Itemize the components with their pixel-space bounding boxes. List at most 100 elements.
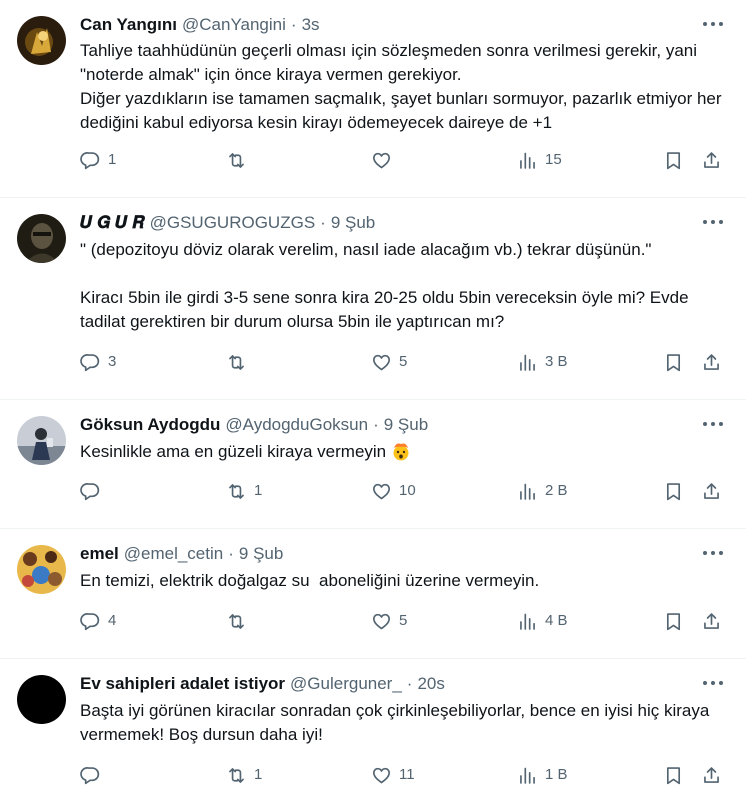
bookmark-button[interactable] [663,147,684,173]
action-bar: 3 5 3 B [80,349,730,399]
separator: · [320,213,326,232]
tweet[interactable]: Can Yangını @CanYangini · 3s Tahliye taa… [0,0,746,198]
like-count: 5 [399,353,408,370]
user-handle[interactable]: @GSUGUROGUZGS [150,212,316,234]
separator: · [373,415,379,434]
views-button[interactable]: 1 B [517,762,568,788]
action-bar: 1 15 [80,147,730,197]
reply-button[interactable] [80,478,108,504]
share-button[interactable] [701,478,722,504]
tweet[interactable]: Göksun Aydogdu @AydogduGoksun · 9 Şub Ke… [0,400,746,529]
share-button[interactable] [701,349,722,375]
reply-icon [80,353,100,371]
heart-icon [373,354,390,370]
timestamp[interactable]: 9 Şub [331,212,375,234]
more-options-icon[interactable] [702,548,724,558]
avatar[interactable] [17,416,66,465]
separator: · [290,15,297,34]
share-button[interactable] [701,762,722,788]
timestamp[interactable]: 20s [417,673,444,695]
display-name[interactable]: Göksun Aydogdu [80,414,220,436]
tweet-text-container: Kesinlikle ama en güzeli kiraya vermeyin [80,440,730,464]
user-handle[interactable]: @AydogduGoksun [225,414,368,436]
views-chart-icon [520,354,535,371]
tweet-text: " (depozitoyu döviz olarak verelim, nası… [80,240,689,331]
like-button[interactable]: 10 [371,478,416,504]
view-count: 4 B [545,612,568,629]
tweet-header: Ev sahipleri adalet istiyor @Gulerguner_… [80,673,730,695]
view-count: 15 [545,151,562,168]
views-button[interactable]: 3 B [517,349,568,375]
reply-button[interactable]: 1 [80,147,116,173]
bookmark-button[interactable] [663,608,684,634]
heart-icon [373,613,390,629]
like-count: 11 [399,766,415,783]
retweet-icon [229,483,244,499]
like-count: 5 [399,612,408,629]
tweet-header: 𝑼 𝑮 𝑼 𝑹 @GSUGUROGUZGS · 9 Şub [80,212,730,234]
reply-button[interactable] [80,762,108,788]
avatar[interactable] [17,675,66,724]
more-options-icon[interactable] [702,217,724,227]
retweet-button[interactable]: 1 [226,478,262,504]
retweet-button[interactable] [226,147,254,173]
tweet-header: Can Yangını @CanYangini · 3s [80,14,730,36]
avatar[interactable] [17,214,66,263]
tweet-text: En temizi, elektrik doğalgaz su aboneliğ… [80,571,540,590]
tweet[interactable]: emel @emel_cetin · 9 Şub En temizi, elek… [0,529,746,659]
reply-feed: Can Yangını @CanYangini · 3s Tahliye taa… [0,0,746,798]
tweet-text: Tahliye taahhüdünün geçerli olması için … [80,41,722,132]
retweet-button[interactable]: 1 [226,762,262,788]
reply-button[interactable]: 3 [80,349,116,375]
tweet[interactable]: 𝑼 𝑮 𝑼 𝑹 @GSUGUROGUZGS · 9 Şub " (depozit… [0,198,746,400]
display-name[interactable]: Can Yangını [80,14,177,36]
user-handle[interactable]: @CanYangini [182,14,286,36]
more-options-icon[interactable] [702,19,724,29]
bookmark-button[interactable] [663,349,684,375]
display-name[interactable]: emel [80,543,119,565]
reply-count: 4 [108,612,117,629]
like-button[interactable] [371,147,399,173]
more-options-icon[interactable] [702,678,724,688]
timestamp[interactable]: 3s [302,14,320,36]
bookmark-icon [666,353,681,371]
share-icon [704,353,719,370]
separator: · [228,544,234,563]
action-bar: 1 10 2 B [80,478,730,528]
display-name[interactable]: 𝑼 𝑮 𝑼 𝑹 [80,212,145,234]
share-icon [704,766,719,783]
views-chart-icon [520,613,535,630]
exploding-head-emoji [391,441,411,461]
timestamp[interactable]: 9 Şub [239,543,283,565]
like-button[interactable]: 5 [371,349,407,375]
user-handle[interactable]: @Gulerguner_ [290,673,402,695]
tweet-header: emel @emel_cetin · 9 Şub [80,543,730,565]
share-button[interactable] [701,608,722,634]
reply-icon [80,766,100,784]
retweet-count: 1 [254,482,263,499]
timestamp[interactable]: 9 Şub [384,414,428,436]
like-button[interactable]: 11 [371,762,415,788]
like-button[interactable]: 5 [371,608,407,634]
views-button[interactable]: 2 B [517,478,568,504]
user-handle[interactable]: @emel_cetin [124,543,223,565]
retweet-icon [229,767,244,783]
avatar[interactable] [17,545,66,594]
heart-icon [373,483,390,499]
share-button[interactable] [701,147,722,173]
action-bar: 4 5 4 B [80,608,730,658]
bookmark-button[interactable] [663,762,684,788]
reply-button[interactable]: 4 [80,608,116,634]
views-button[interactable]: 4 B [517,608,568,634]
retweet-button[interactable] [226,608,254,634]
display-name[interactable]: Ev sahipleri adalet istiyor [80,673,285,695]
more-options-icon[interactable] [702,419,724,429]
bookmark-button[interactable] [663,478,684,504]
avatar[interactable] [17,16,66,65]
views-button[interactable]: 15 [517,147,562,173]
tweet-text: Kesinlikle ama en güzeli kiraya vermeyin [80,442,387,461]
tweet[interactable]: Ev sahipleri adalet istiyor @Gulerguner_… [0,659,746,798]
tweet-header: Göksun Aydogdu @AydogduGoksun · 9 Şub [80,414,730,436]
retweet-icon [229,152,244,168]
retweet-button[interactable] [226,349,254,375]
